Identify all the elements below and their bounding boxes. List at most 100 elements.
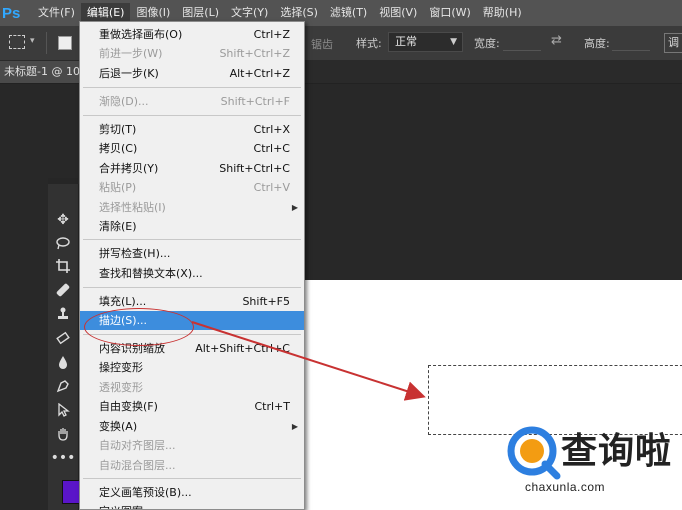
move-tool-icon[interactable]: ✥ [48, 210, 78, 230]
menu-item-fill[interactable]: 填充(L)... Shift+F5 [80, 292, 304, 311]
menu-type[interactable]: 文字(Y) [225, 3, 274, 23]
menu-item-find-replace[interactable]: 查找和替换文本(X)... [80, 264, 304, 283]
menu-view[interactable]: 视图(V) [373, 3, 423, 23]
submenu-arrow-icon: ▶ [291, 203, 298, 212]
eraser-tool-icon[interactable] [48, 328, 78, 348]
stamp-tool-icon[interactable] [48, 304, 78, 324]
menu-file[interactable]: 文件(F) [32, 3, 81, 23]
more-tools-icon[interactable]: ••• [48, 448, 78, 468]
refine-edge-button[interactable]: 调 [664, 33, 682, 53]
menu-item-label: 清除(E) [99, 220, 137, 233]
menu-item-label: 选择性粘贴(I) [99, 201, 166, 214]
menu-item-label: 合并拷贝(Y) [99, 162, 159, 175]
menu-item-transform[interactable]: 变换(A) ▶ [80, 417, 304, 436]
menu-item-label: 变换(A) [99, 420, 138, 433]
menu-item-label: 操控变形 [99, 361, 143, 374]
menu-item-label: 自动对齐图层... [99, 439, 176, 452]
pen-tool-icon[interactable] [48, 376, 78, 396]
annotation-ellipse [84, 308, 194, 346]
menu-item-perspective-warp[interactable]: 透视变形 [80, 378, 304, 397]
menu-item-clear[interactable]: 清除(E) [80, 217, 304, 236]
menu-window[interactable]: 窗口(W) [423, 3, 476, 23]
menu-item-label: 粘贴(P) [99, 181, 137, 194]
menu-item-label: 剪切(T) [99, 123, 137, 136]
menu-item-shortcut: Alt+Shift+Ctrl+C [195, 342, 290, 355]
chevron-down-icon[interactable]: ▾ [30, 36, 35, 46]
edit-menu: 重做选择画布(O) Ctrl+Z 前进一步(W) Shift+Ctrl+Z 后退… [79, 21, 305, 510]
menu-filter[interactable]: 滤镜(T) [324, 3, 373, 23]
magnifier-logo-icon [507, 426, 561, 480]
lasso-tool-icon[interactable] [48, 233, 78, 253]
menu-item-fade[interactable]: 渐隐(D)... Shift+Ctrl+F [80, 92, 304, 111]
chevron-down-icon: ▼ [450, 37, 457, 47]
menu-item-define-brush[interactable]: 定义画笔预设(B)... [80, 483, 304, 502]
menu-item-define-pattern[interactable]: 定义图案 [80, 502, 304, 509]
menu-item-shortcut: Ctrl+Z [253, 28, 290, 41]
menu-item-copy[interactable]: 拷贝(C) Ctrl+C [80, 139, 304, 158]
menu-select[interactable]: 选择(S) [274, 3, 324, 23]
menu-separator [83, 115, 301, 116]
document-tab[interactable]: 未标题-1 @ 100 [0, 61, 82, 83]
style-select[interactable]: 正常 ▼ [388, 32, 463, 52]
crop-tool-icon[interactable] [48, 256, 78, 276]
menu-separator [83, 87, 301, 88]
menu-item-label: 透视变形 [99, 381, 143, 394]
menu-item-label: 自由变换(F) [99, 400, 158, 413]
menu-item-shortcut: Shift+Ctrl+F [220, 95, 290, 108]
menu-item-shortcut: Ctrl+T [254, 400, 290, 413]
menu-item-spell-check[interactable]: 拼写检查(H)... [80, 244, 304, 263]
menu-item-shortcut: Ctrl+C [253, 142, 290, 155]
menu-item-label: 后退一步(K) [99, 67, 159, 80]
menu-item-free-transform[interactable]: 自由变换(F) Ctrl+T [80, 397, 304, 416]
menu-item-label: 自动混合图层... [99, 459, 176, 472]
menu-item-shortcut: Ctrl+V [253, 181, 290, 194]
menu-item-paste-special[interactable]: 选择性粘贴(I) ▶ [80, 198, 304, 217]
new-selection-icon[interactable] [58, 36, 72, 50]
menu-edit[interactable]: 编辑(E) [80, 3, 131, 23]
hand-tool-icon[interactable] [48, 424, 78, 444]
anti-alias-label: 锯齿 [311, 38, 333, 51]
menu-item-step-backward[interactable]: 后退一步(K) Alt+Ctrl+Z [80, 64, 304, 83]
menu-layer[interactable]: 图层(L) [176, 3, 225, 23]
height-label: 高度: [584, 37, 610, 50]
marquee-preset-icon[interactable] [9, 35, 25, 49]
menu-separator [83, 239, 301, 240]
swap-icon[interactable]: ⇄ [551, 33, 562, 48]
menu-item-auto-blend-layers[interactable]: 自动混合图层... [80, 456, 304, 475]
menu-item-label: 渐隐(D)... [99, 95, 149, 108]
foreground-color-swatch[interactable] [62, 480, 80, 504]
menu-image[interactable]: 图像(I) [130, 3, 176, 23]
style-select-value: 正常 [395, 35, 417, 48]
menu-item-auto-align-layers[interactable]: 自动对齐图层... [80, 436, 304, 455]
height-field[interactable] [612, 34, 650, 51]
photoshop-logo: Ps [2, 4, 21, 22]
menu-item-puppet-warp[interactable]: 操控变形 [80, 358, 304, 377]
menu-separator [83, 287, 301, 288]
width-label: 宽度: [474, 37, 500, 50]
submenu-arrow-icon: ▶ [291, 422, 298, 431]
menu-item-label: 前进一步(W) [99, 47, 163, 60]
menu-item-label: 定义画笔预设(B)... [99, 486, 192, 499]
selection-tool-icon[interactable] [48, 400, 78, 420]
menu-item-copy-merged[interactable]: 合并拷贝(Y) Shift+Ctrl+C [80, 159, 304, 178]
menu-item-cut[interactable]: 剪切(T) Ctrl+X [80, 120, 304, 139]
menu-item-label: 拷贝(C) [99, 142, 138, 155]
menu-item-shortcut: Ctrl+X [253, 123, 290, 136]
healing-tool-icon[interactable] [48, 280, 78, 300]
watermark-domain: chaxunla.com [525, 480, 606, 494]
divider [46, 32, 47, 54]
menu-item-paste[interactable]: 粘贴(P) Ctrl+V [80, 178, 304, 197]
menu-item-step-forward[interactable]: 前进一步(W) Shift+Ctrl+Z [80, 44, 304, 63]
menu-item-label: 定义图案 [99, 502, 143, 509]
menu-item-shortcut: Shift+F5 [242, 295, 290, 308]
menu-item-shortcut: Shift+Ctrl+Z [219, 47, 290, 60]
style-label: 样式: [356, 37, 382, 50]
width-field[interactable] [503, 34, 541, 51]
menu-item-label: 查找和替换文本(X)... [99, 267, 203, 280]
watermark: 查询啦 chaxunla.com [505, 418, 682, 510]
menu-item-shortcut: Alt+Ctrl+Z [229, 67, 290, 80]
menu-help[interactable]: 帮助(H) [477, 3, 528, 23]
blur-tool-icon[interactable] [48, 352, 78, 372]
menu-item-redo[interactable]: 重做选择画布(O) Ctrl+Z [80, 25, 304, 44]
toolbox: ✥ ••• [48, 184, 80, 510]
